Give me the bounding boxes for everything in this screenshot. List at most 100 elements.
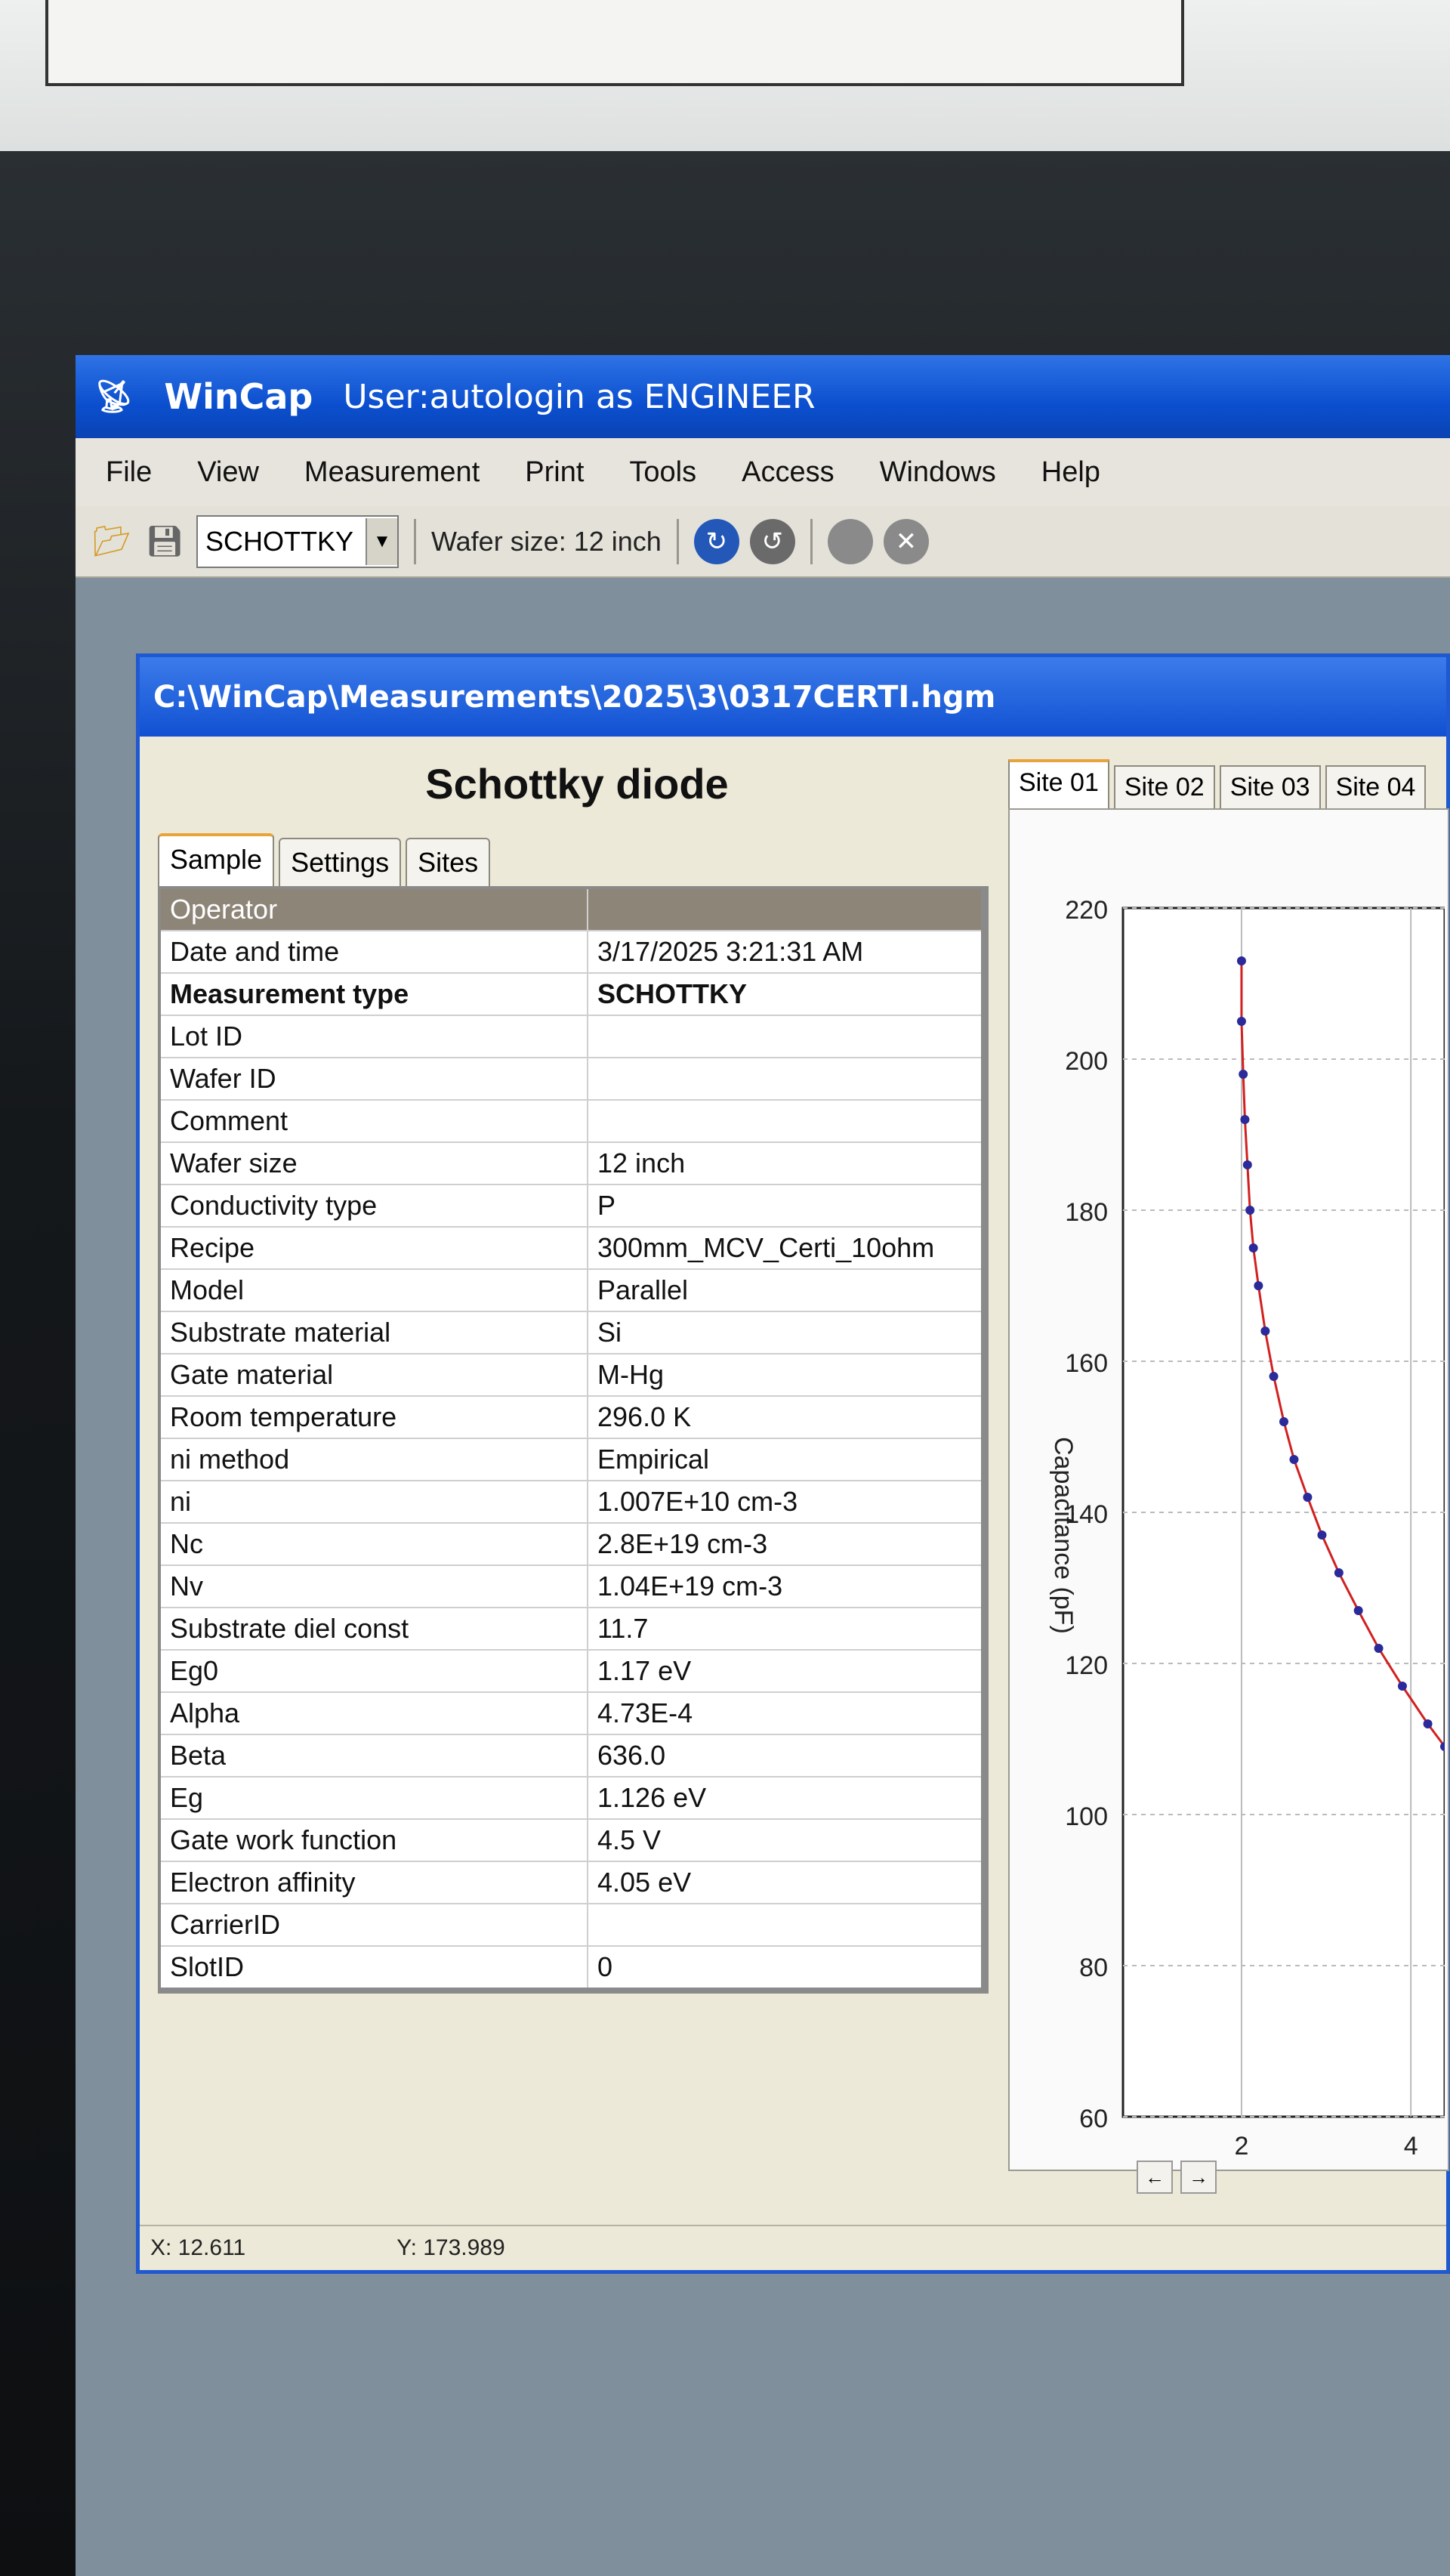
property-row[interactable]: Wafer size 12 inch xyxy=(159,1141,986,1185)
menu-windows[interactable]: Windows xyxy=(880,456,996,489)
toolbar-separator xyxy=(810,518,813,564)
property-row[interactable]: CarrierID xyxy=(159,1903,986,1947)
property-key: Conductivity type xyxy=(159,1184,588,1228)
tab-site-03[interactable]: Site 03 xyxy=(1219,765,1321,808)
data-point xyxy=(1289,1455,1299,1464)
property-value: 1.04E+19 cm-3 xyxy=(587,1564,986,1608)
menu-measurement[interactable]: Measurement xyxy=(304,456,480,489)
property-row[interactable]: Date and time 3/17/2025 3:21:31 AM xyxy=(159,930,986,974)
data-point xyxy=(1317,1530,1327,1540)
property-value: 11.7 xyxy=(587,1607,986,1651)
app-title-bar: 📡︎ WinCap User:autologin as ENGINEER xyxy=(76,355,1450,438)
refresh-icon[interactable]: ↺ xyxy=(749,518,795,564)
sample-tabs: Sample Settings Sites xyxy=(150,827,1004,886)
data-point xyxy=(1245,1206,1255,1215)
data-point xyxy=(1239,1070,1248,1079)
property-row[interactable]: Eg 1.126 eV xyxy=(159,1776,986,1820)
tab-sample[interactable]: Sample xyxy=(158,833,275,886)
property-row[interactable]: Conductivity type P xyxy=(159,1184,986,1228)
property-key: Substrate material xyxy=(159,1311,588,1354)
menu-bar: File View Measurement Print Tools Access… xyxy=(76,438,1450,506)
measurement-type-select[interactable]: SCHOTTKY ▼ xyxy=(196,514,400,568)
data-point xyxy=(1260,1327,1270,1336)
property-row[interactable]: Wafer ID xyxy=(159,1057,986,1101)
menu-access[interactable]: Access xyxy=(742,456,834,489)
property-row[interactable]: ni 1.007E+10 cm-3 xyxy=(159,1480,986,1524)
property-key: Eg xyxy=(159,1776,588,1820)
property-row[interactable]: Electron affinity 4.05 eV xyxy=(159,1861,986,1904)
y-tick-label: 180 xyxy=(1065,1198,1108,1227)
property-value: 300mm_MCV_Certi_10ohm xyxy=(587,1226,986,1270)
save-icon[interactable]: 💾︎ xyxy=(143,520,186,563)
y-tick-label: 120 xyxy=(1065,1651,1108,1680)
tab-site-04[interactable]: Site 04 xyxy=(1325,765,1427,808)
property-value: Parallel xyxy=(587,1268,986,1312)
open-folder-icon[interactable]: 📂︎ xyxy=(91,520,133,563)
chart-svg: 22020018016014012010080602 4Capacitance (… xyxy=(1049,896,1445,2161)
property-key: Room temperature xyxy=(159,1395,588,1439)
close-icon[interactable]: ✕ xyxy=(883,518,929,564)
property-key: Date and time xyxy=(159,930,588,974)
property-row[interactable]: Beta 636.0 xyxy=(159,1734,986,1778)
property-value: 636.0 xyxy=(587,1734,986,1778)
property-row[interactable]: Measurement type SCHOTTKY xyxy=(159,972,986,1016)
property-row[interactable]: Operator xyxy=(159,887,986,931)
tab-settings[interactable]: Settings xyxy=(279,838,402,886)
run-icon[interactable]: ↻ xyxy=(693,518,739,564)
property-value xyxy=(587,1015,986,1058)
menu-view[interactable]: View xyxy=(197,456,259,489)
data-point xyxy=(1374,1644,1384,1653)
property-row[interactable]: Nc 2.8E+19 cm-3 xyxy=(159,1522,986,1566)
status-bar: X: 12.611 Y: 173.989 xyxy=(140,2225,1446,2270)
measurement-type-value: SCHOTTKY xyxy=(205,525,354,557)
property-row[interactable]: Lot ID xyxy=(159,1015,986,1058)
capacitance-chart[interactable]: 220 200 180 160 140 120 100 80 60 2 4 Capacitance (… xyxy=(1008,808,1449,2171)
scroll-left-button[interactable]: ← xyxy=(1137,2161,1173,2194)
scroll-right-button[interactable]: → xyxy=(1180,2161,1217,2194)
stop-icon[interactable] xyxy=(827,518,873,564)
menu-print[interactable]: Print xyxy=(525,456,584,489)
data-point xyxy=(1248,1243,1258,1252)
property-row[interactable]: Gate work function 4.5 V xyxy=(159,1818,986,1862)
property-row[interactable]: Gate material M-Hg xyxy=(159,1353,986,1397)
property-row[interactable]: Eg0 1.17 eV xyxy=(159,1649,986,1693)
menu-help[interactable]: Help xyxy=(1041,456,1100,489)
data-point xyxy=(1269,1372,1279,1381)
property-key: Gate material xyxy=(159,1353,588,1397)
property-row[interactable]: Comment xyxy=(159,1099,986,1143)
data-point xyxy=(1397,1682,1407,1691)
property-row[interactable]: ni method Empirical xyxy=(159,1438,986,1481)
property-key: Electron affinity xyxy=(159,1861,588,1904)
tab-sites[interactable]: Sites xyxy=(406,838,491,886)
toolbar-separator xyxy=(414,518,417,564)
property-row[interactable]: Nv 1.04E+19 cm-3 xyxy=(159,1564,986,1608)
sample-panel: Schottky diode Sample Settings Sites Ope… xyxy=(150,744,1004,2179)
data-point xyxy=(1303,1493,1313,1502)
chevron-down-icon[interactable]: ▼ xyxy=(366,517,398,565)
property-key: Eg0 xyxy=(159,1649,588,1693)
measurement-window: C:\WinCap\Measurements\2025\3\0317CERTI.… xyxy=(136,653,1450,2274)
property-row[interactable]: SlotID 0 xyxy=(159,1945,986,1991)
property-value xyxy=(587,1057,986,1101)
property-row[interactable]: Recipe 300mm_MCV_Certi_10ohm xyxy=(159,1226,986,1270)
property-key: Measurement type xyxy=(159,972,588,1016)
property-value xyxy=(587,887,986,931)
chart-panel: Site 01 Site 02 Site 03 Site 04 220 200 18… xyxy=(1008,755,1449,2194)
property-key: Gate work function xyxy=(159,1818,588,1862)
property-value: P xyxy=(587,1184,986,1228)
property-row[interactable]: Substrate diel const 11.7 xyxy=(159,1607,986,1651)
property-key: Model xyxy=(159,1268,588,1312)
property-row[interactable]: Alpha 4.73E-4 xyxy=(159,1691,986,1735)
property-value: SCHOTTKY xyxy=(587,972,986,1016)
property-row[interactable]: Model Parallel xyxy=(159,1268,986,1312)
tab-site-01[interactable]: Site 01 xyxy=(1008,759,1109,808)
menu-tools[interactable]: Tools xyxy=(629,456,696,489)
property-value xyxy=(587,1903,986,1947)
property-row[interactable]: Room temperature 296.0 K xyxy=(159,1395,986,1439)
tab-site-02[interactable]: Site 02 xyxy=(1113,765,1215,808)
property-row[interactable]: Substrate material Si xyxy=(159,1311,986,1354)
property-value: Empirical xyxy=(587,1438,986,1481)
property-key: Substrate diel const xyxy=(159,1607,588,1651)
property-key: Lot ID xyxy=(159,1015,588,1058)
menu-file[interactable]: File xyxy=(106,456,152,489)
